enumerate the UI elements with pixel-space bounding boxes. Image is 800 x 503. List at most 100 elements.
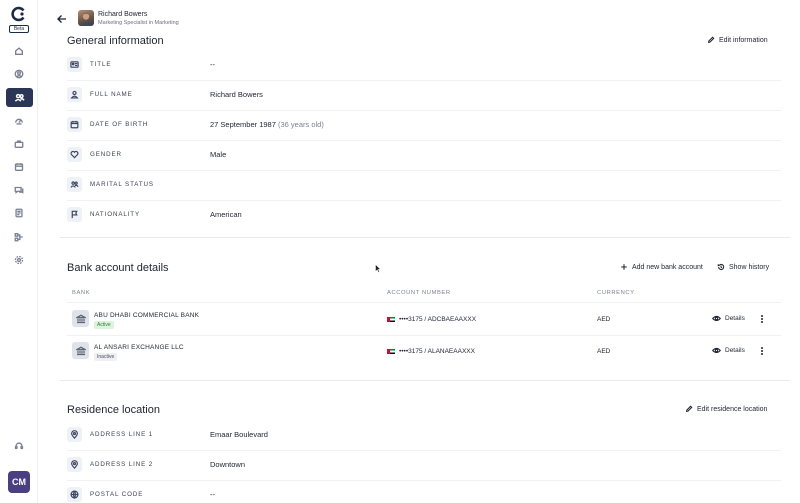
account-number: ••••3175 / ALANAEAAXXX: [387, 348, 475, 355]
info-row-title: TITLE --: [67, 50, 781, 80]
sidebar: Beta CM: [0, 0, 38, 503]
bank-name: ABU DHABI COMMERCIAL BANK: [94, 312, 200, 319]
table-row: ABU DHABI COMMERCIAL BANK Active ••••317…: [67, 304, 781, 335]
profile-photo: [78, 10, 94, 26]
info-row-date-of-birth: DATE OF BIRTH 27 September 1987 (36 year…: [67, 110, 781, 140]
bank-icon: [72, 310, 89, 327]
info-row-gender: GENDER Male: [67, 140, 781, 170]
pencil-icon: [685, 405, 693, 413]
sidebar-item-people[interactable]: [6, 88, 33, 107]
pencil-icon: [707, 36, 715, 44]
add-bank-account-label: Add new bank account: [632, 263, 703, 271]
details-button[interactable]: Details: [712, 314, 745, 323]
support-icon[interactable]: [11, 438, 27, 454]
workflow-icon[interactable]: [11, 229, 27, 245]
mouse-cursor-icon: [375, 264, 381, 273]
date-of-birth-value: 27 September 1987: [210, 120, 276, 129]
location-pin-icon: [67, 457, 82, 472]
info-value: 27 September 1987 (36 years old): [210, 120, 324, 129]
age-note: (36 years old): [277, 120, 324, 129]
info-label: ADDRESS LINE 2: [90, 461, 154, 468]
user-avatar[interactable]: CM: [8, 471, 30, 493]
account-number: ••••3175 / ADCBAEAAXXX: [387, 316, 476, 323]
user-circle-icon[interactable]: [11, 66, 27, 82]
calendar-icon: [67, 117, 82, 132]
add-bank-account-button[interactable]: Add new bank account: [620, 263, 703, 271]
more-options-icon[interactable]: [759, 345, 765, 357]
people-icon: [67, 177, 82, 192]
account-number-text: ••••3175 / ALANAEAAXXX: [399, 348, 475, 355]
info-value: Male: [210, 150, 227, 159]
globe-icon: [67, 487, 82, 502]
info-value: --: [210, 490, 215, 499]
beta-badge: Beta: [9, 25, 29, 33]
eye-icon: [712, 315, 721, 322]
column-header-account-number: ACCOUNT NUMBER: [387, 290, 451, 296]
briefcase-icon[interactable]: [11, 136, 27, 152]
home-icon[interactable]: [11, 43, 27, 59]
id-card-icon: [67, 57, 82, 72]
location-pin-icon: [67, 427, 82, 442]
edit-residence-label: Edit residence location: [697, 405, 768, 413]
people-icon: [14, 93, 25, 102]
person-icon: [67, 87, 82, 102]
history-icon: [717, 263, 725, 271]
status-badge: Active: [94, 321, 114, 329]
residence-section-title: Residence location: [67, 404, 160, 416]
employee-role: Marketing Specialist in Marketing: [98, 20, 179, 26]
heart-icon: [67, 147, 82, 162]
info-row-full-name: FULL NAME Richard Bowers: [67, 80, 781, 110]
flag-icon: [67, 207, 82, 222]
status-badge: Inactive: [94, 353, 118, 361]
uae-flag-icon: [387, 317, 395, 322]
uae-flag-icon: [387, 349, 395, 354]
edit-residence-button[interactable]: Edit residence location: [685, 405, 767, 413]
info-label: POSTAL CODE: [90, 491, 144, 498]
show-history-button[interactable]: Show history: [717, 263, 769, 271]
bank-name: AL ANSARI EXCHANGE LLC: [94, 344, 184, 351]
employee-name: Richard Bowers: [98, 11, 148, 18]
info-row-nationality: NATIONALITY American: [67, 200, 781, 230]
edit-information-label: Edit information: [719, 36, 768, 44]
column-header-bank: BANK: [72, 290, 91, 296]
account-number-text: ••••3175 / ADCBAEAAXXX: [399, 316, 477, 323]
info-value: Downtown: [210, 460, 246, 469]
general-info-title: General information: [67, 35, 164, 47]
plus-icon: [621, 264, 627, 270]
settings-icon[interactable]: [11, 252, 27, 268]
eye-icon: [712, 347, 721, 354]
info-label: GENDER: [90, 151, 122, 158]
edit-information-button[interactable]: Edit information: [707, 36, 768, 44]
currency: AED: [597, 316, 611, 323]
app-logo[interactable]: [11, 6, 27, 22]
more-options-icon[interactable]: [759, 313, 765, 325]
currency: AED: [597, 348, 611, 355]
details-button[interactable]: Details: [712, 346, 745, 355]
table-row: AL ANSARI EXCHANGE LLC Inactive ••••3175…: [67, 336, 781, 367]
info-label: TITLE: [90, 61, 112, 68]
calendar-icon[interactable]: [11, 159, 27, 175]
info-row-address-line-1: ADDRESS LINE 1 Emaar Boulevard: [67, 420, 781, 450]
dashboard-icon[interactable]: [11, 113, 27, 129]
back-arrow-icon[interactable]: [56, 13, 68, 25]
info-value: Richard Bowers: [210, 90, 263, 99]
info-label: NATIONALITY: [90, 211, 141, 218]
show-history-label: Show history: [729, 263, 770, 271]
document-icon[interactable]: [11, 205, 27, 221]
info-row-address-line-2: ADDRESS LINE 2 Downtown: [67, 450, 781, 480]
chat-icon[interactable]: [11, 182, 27, 198]
info-label: FULL NAME: [90, 91, 133, 98]
info-value: --: [210, 60, 215, 69]
info-value: American: [210, 210, 242, 219]
bank-section-title: Bank account details: [67, 262, 169, 274]
info-row-marital-status: MARITAL STATUS: [67, 170, 781, 200]
bank-icon: [72, 342, 89, 359]
info-label: ADDRESS LINE 1: [90, 431, 154, 438]
info-value: Emaar Boulevard: [210, 430, 268, 439]
details-label: Details: [725, 347, 745, 354]
info-label: MARITAL STATUS: [90, 181, 154, 188]
details-label: Details: [725, 315, 745, 322]
info-label: DATE OF BIRTH: [90, 121, 149, 128]
column-header-currency: CURRENCY: [597, 290, 635, 296]
info-row-postal-code: POSTAL CODE --: [67, 480, 781, 503]
